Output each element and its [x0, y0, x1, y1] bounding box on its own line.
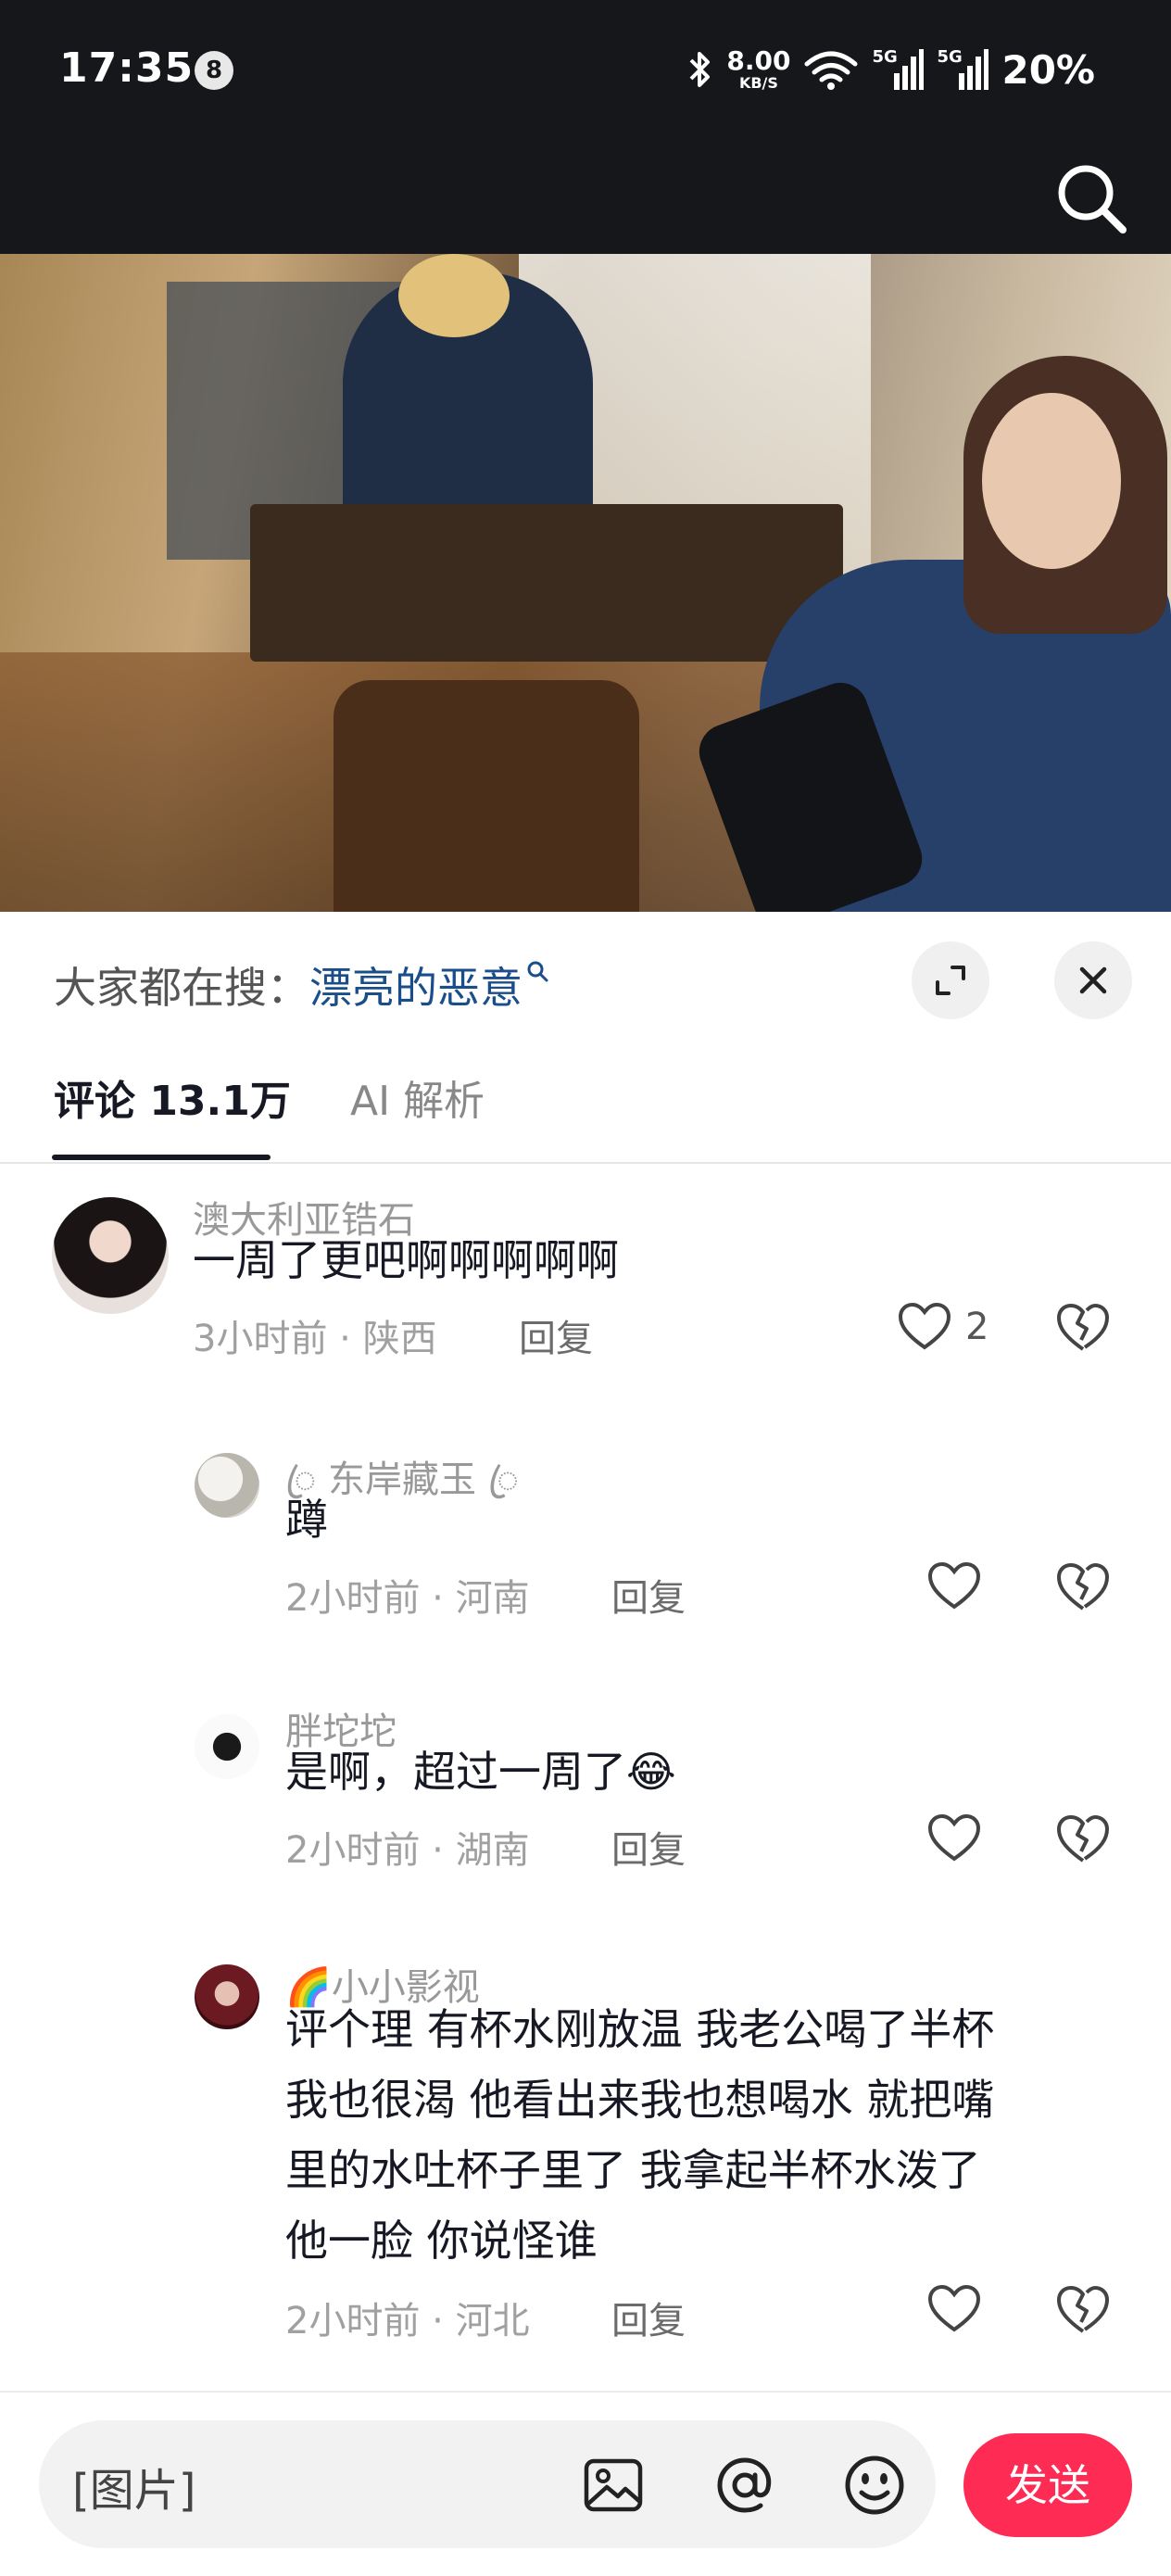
- comment-tabs: 评论 13.1万 AI 解析: [0, 1051, 1171, 1164]
- comment-meta: 2小时前 · 湖南: [285, 1829, 530, 1872]
- avatar[interactable]: [52, 1197, 169, 1314]
- comment-item: 胖坨坨 是啊，超过一周了😂 2小时前 · 湖南 回复: [0, 1701, 1171, 1924]
- video-scene-face: [982, 393, 1121, 569]
- comment-meta: 3小时前 · 陕西: [193, 1318, 437, 1360]
- reply-button[interactable]: 回复: [611, 1820, 686, 1874]
- emoji-button[interactable]: [837, 2448, 912, 2522]
- network-speed: 8.00 KB/S: [726, 48, 790, 91]
- heart-icon: [927, 1813, 981, 1862]
- comment-text: 评个理 有杯水刚放温 我老公喝了半杯 我也很渴 他看出来我也想喝水 就把嘴 里的…: [285, 1994, 1119, 2276]
- comment-input-text: [图片]: [72, 2465, 196, 2517]
- comment-input[interactable]: [图片]: [39, 2420, 936, 2548]
- tab-comments[interactable]: 评论 13.1万: [54, 1067, 291, 1127]
- at-sign-icon: [717, 2457, 772, 2513]
- video-scene-hair: [398, 254, 510, 337]
- dislike-button[interactable]: [1054, 1812, 1112, 1870]
- video-scene-chair: [334, 680, 639, 912]
- comment-text-line: 评个理 有杯水刚放温 我老公喝了半杯: [285, 2004, 995, 2054]
- comment-sheet: 大家都在搜：漂亮的恶意 评论 13.1万 AI 解析 澳大利亚锆石 一周了更吧啊…: [0, 912, 1171, 2576]
- expand-icon: [936, 966, 965, 995]
- broken-heart-icon: [1057, 1562, 1110, 1610]
- reply-button[interactable]: 回复: [519, 1308, 593, 1362]
- laughing-crying-emoji: 😂: [626, 1747, 676, 1797]
- avatar[interactable]: [195, 1453, 259, 1518]
- network-speed-value: 8.00: [726, 45, 791, 76]
- comment-input-bar: [图片] 发送: [0, 2391, 1171, 2576]
- hot-search-keyword[interactable]: 漂亮的恶意: [309, 963, 523, 1013]
- signal-bars-icon: [959, 49, 989, 90]
- signal-strength-1: 5G: [872, 45, 925, 94]
- bluetooth-icon: [689, 52, 711, 87]
- comment-item: 🌈小小影视 评个理 有杯水刚放温 我老公喝了半杯 我也很渴 他看出来我也想喝水 …: [0, 1957, 1171, 2365]
- video-player[interactable]: [0, 254, 1171, 912]
- signal-bars-icon: [894, 49, 925, 90]
- like-button[interactable]: [926, 1812, 982, 1864]
- avatar[interactable]: [195, 1714, 259, 1779]
- comment-text-line: 我也很渴 他看出来我也想喝水 就把嘴: [285, 2075, 995, 2125]
- image-icon: [584, 2458, 643, 2512]
- wifi-icon: [804, 51, 858, 90]
- like-button[interactable]: [926, 2283, 982, 2335]
- like-button[interactable]: 2: [897, 1301, 988, 1353]
- comment-text-body: 是啊，超过一周了: [285, 1747, 626, 1797]
- heart-icon: [898, 1302, 951, 1350]
- comment-meta: 2小时前 · 河北: [285, 2300, 530, 2342]
- reply-button[interactable]: 回复: [611, 1568, 686, 1622]
- dislike-button[interactable]: [1054, 1301, 1112, 1358]
- image-picker-button[interactable]: [576, 2448, 650, 2522]
- status-indicators: 8.00 KB/S 5G 5G 20%: [686, 37, 1095, 102]
- active-tab-indicator: [52, 1155, 271, 1160]
- comment-text: 蹲: [285, 1495, 328, 1545]
- network-speed-unit: KB/S: [738, 74, 778, 92]
- comment-text: 一周了更吧啊啊啊啊啊: [193, 1235, 619, 1285]
- comment-text-line: 他一脸 你说怪谁: [285, 2216, 598, 2266]
- tab-ai-analysis[interactable]: AI 解析: [350, 1067, 485, 1127]
- search-mini-icon: [527, 961, 548, 982]
- search-icon: [1058, 165, 1127, 234]
- comment-text: 是啊，超过一周了😂: [285, 1736, 676, 1807]
- broken-heart-icon: [1057, 1814, 1110, 1863]
- mention-button[interactable]: [708, 2448, 782, 2522]
- hot-search-bar[interactable]: 大家都在搜：漂亮的恶意: [54, 954, 550, 1016]
- close-button[interactable]: [1054, 941, 1132, 1019]
- expand-button[interactable]: [912, 941, 989, 1019]
- video-top-bar: [0, 139, 1171, 254]
- signal-strength-2: 5G: [937, 45, 989, 94]
- hot-search-label: 大家都在搜：: [54, 963, 309, 1013]
- dislike-button[interactable]: [1054, 1560, 1112, 1618]
- broken-heart-icon: [1057, 1303, 1110, 1351]
- close-icon: [1079, 966, 1107, 994]
- avatar[interactable]: [195, 1964, 259, 2029]
- comment-text-line: 里的水吐杯子里了 我拿起半杯水泼了: [285, 2145, 981, 2195]
- notification-count-badge: 8: [195, 51, 233, 90]
- status-bar: 17:35 8 8.00 KB/S 5G 5G 20%: [0, 0, 1171, 139]
- comment-meta: 2小时前 · 河南: [285, 1577, 530, 1620]
- emoji-icon: [845, 2456, 904, 2515]
- like-button[interactable]: [926, 1560, 982, 1612]
- like-count: 2: [965, 1306, 989, 1348]
- video-scene-desk: [250, 504, 843, 662]
- search-button[interactable]: [1052, 159, 1132, 239]
- status-time: 17:35: [59, 44, 195, 92]
- heart-icon: [927, 1561, 981, 1610]
- reply-button[interactable]: 回复: [611, 2291, 686, 2344]
- dislike-button[interactable]: [1054, 2283, 1112, 2341]
- comment-item: ꦿ 东岸藏玉 ꦿ 蹲 2小时前 · 河南 回复: [0, 1449, 1171, 1662]
- battery-level: 20%: [1001, 46, 1095, 93]
- broken-heart-icon: [1057, 2285, 1110, 2333]
- heart-icon: [927, 2284, 981, 2332]
- comment-item: 澳大利亚锆石 一周了更吧啊啊啊啊啊 3小时前 · 陕西 回复 2: [0, 1190, 1171, 1403]
- send-button[interactable]: 发送: [963, 2433, 1132, 2537]
